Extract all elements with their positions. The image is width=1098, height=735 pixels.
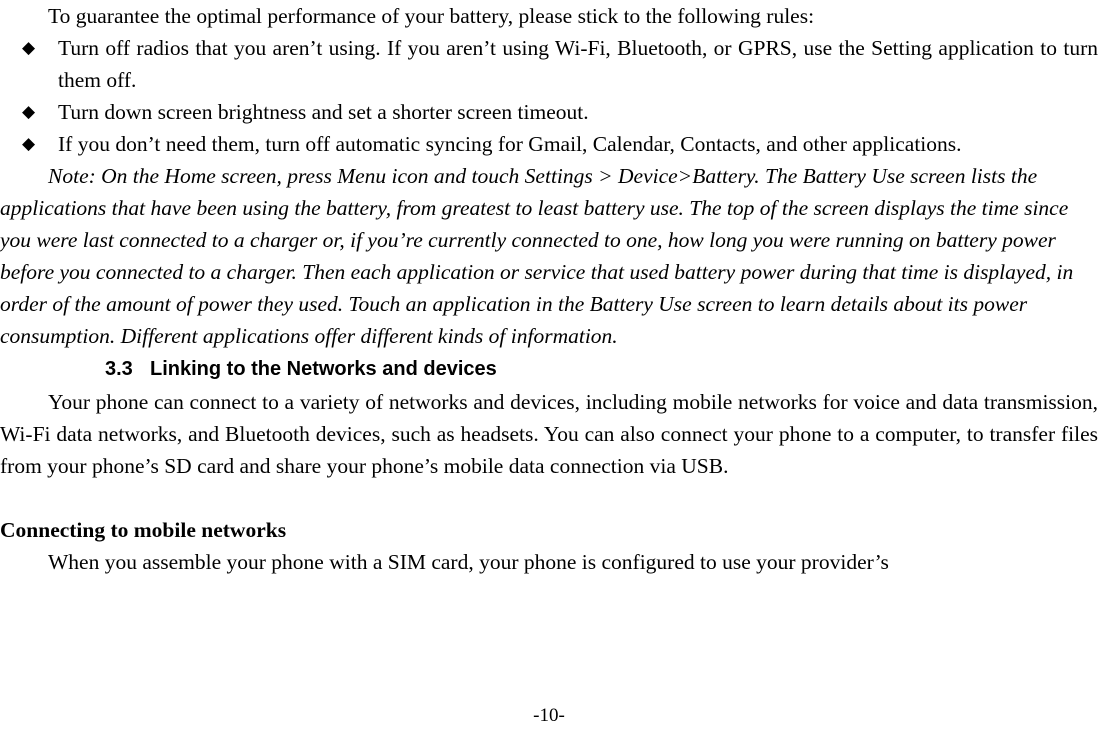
section-heading-3-3: 3.3 Linking to the Networks and devices: [0, 352, 1098, 386]
list-item: ◆ Turn down screen brightness and set a …: [0, 96, 1098, 128]
section-number: 3.3: [105, 358, 133, 380]
list-item-text: If you don’t need them, turn off automat…: [58, 132, 962, 156]
battery-rules-list: ◆ Turn off radios that you aren’t using.…: [0, 32, 1098, 160]
connecting-mobile-networks-paragraph: When you assemble your phone with a SIM …: [48, 550, 889, 574]
battery-rules-intro: To guarantee the optimal performance of …: [48, 4, 815, 28]
list-item-text: Turn down screen brightness and set a sh…: [58, 100, 589, 124]
networks-intro-paragraph: Your phone can connect to a variety of n…: [0, 390, 1098, 478]
section-title: Linking to the Networks and devices: [150, 358, 497, 380]
diamond-bullet-icon: ◆: [22, 134, 36, 154]
list-item: ◆ If you don’t need them, turn off autom…: [0, 128, 1098, 160]
manual-page: To guarantee the optimal performance of …: [0, 0, 1098, 735]
page-number-footer: -10-: [533, 705, 565, 726]
page-content: To guarantee the optimal performance of …: [0, 0, 1098, 578]
diamond-bullet-icon: ◆: [22, 38, 36, 58]
list-item-text: Turn off radios that you aren’t using. I…: [58, 36, 1098, 92]
diamond-bullet-icon: ◆: [22, 102, 36, 122]
battery-note: Note: On the Home screen, press Menu ico…: [0, 164, 1074, 348]
subsection-heading-connecting-mobile-networks: Connecting to mobile networks: [0, 518, 287, 542]
list-item: ◆ Turn off radios that you aren’t using.…: [0, 32, 1098, 96]
